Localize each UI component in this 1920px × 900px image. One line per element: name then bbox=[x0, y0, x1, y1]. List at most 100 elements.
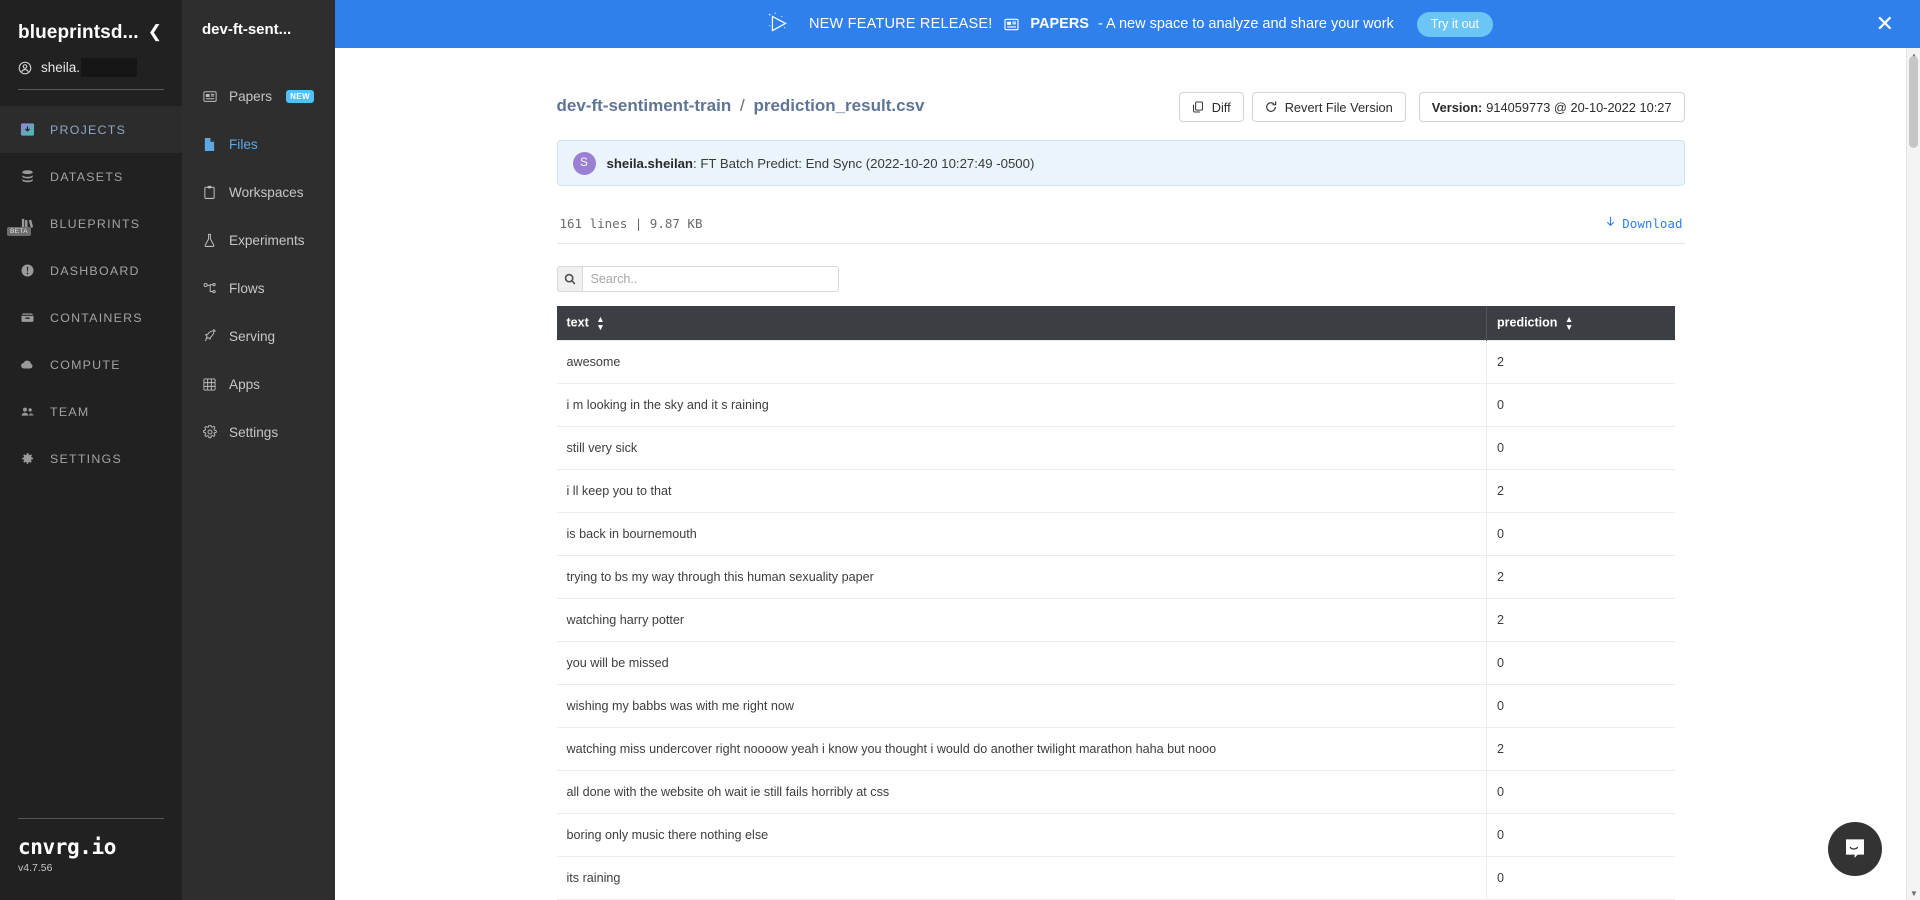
column-header-text-label: text bbox=[566, 315, 589, 330]
table-row[interactable]: trying to bs my way through this human s… bbox=[556, 555, 1675, 599]
sidebar-item-label: Workspaces bbox=[229, 184, 304, 200]
sidebar-item-datasets[interactable]: DATASETS bbox=[0, 153, 182, 200]
cell-text: boring only music there nothing else bbox=[556, 813, 1487, 857]
breadcrumb-project[interactable]: dev-ft-sentiment-train bbox=[557, 96, 732, 115]
table-row[interactable]: wishing my babbs was with me right now 0 bbox=[556, 684, 1675, 728]
new-badge: NEW bbox=[286, 89, 314, 103]
version-pill[interactable]: Version: 914059773 @ 20-10-2022 10:27 bbox=[1418, 92, 1685, 122]
sidebar-item-papers[interactable]: Papers NEW bbox=[182, 72, 335, 120]
table-row[interactable]: boring only music there nothing else 0 bbox=[556, 813, 1675, 857]
project-nav: Papers NEW Files Workspaces Experiments … bbox=[182, 72, 335, 456]
sidebar-item-label: COMPUTE bbox=[50, 357, 121, 372]
sidebar-footer: cnvrg.io v4.7.56 bbox=[0, 818, 182, 900]
team-icon bbox=[18, 404, 37, 419]
breadcrumb-separator: / bbox=[739, 96, 745, 115]
table-row[interactable]: watching miss undercover right noooow ye… bbox=[556, 727, 1675, 771]
search-icon[interactable] bbox=[556, 266, 582, 292]
sidebar-item-settings[interactable]: SETTINGS bbox=[0, 435, 182, 482]
revert-file-version-button[interactable]: Revert File Version bbox=[1251, 92, 1406, 122]
sidebar-item-serving[interactable]: Serving bbox=[182, 312, 335, 360]
download-arrow-icon bbox=[1605, 216, 1616, 231]
search-box bbox=[556, 266, 839, 292]
user-name: sheila. bbox=[41, 58, 138, 77]
file-stats: 161 lines | 9.87 KB bbox=[559, 216, 703, 231]
table-row[interactable]: its raining 0 bbox=[556, 856, 1675, 900]
refresh-icon bbox=[1265, 101, 1278, 114]
breadcrumb-file[interactable]: prediction_result.csv bbox=[753, 96, 924, 115]
cell-prediction: 0 bbox=[1486, 383, 1675, 427]
cell-prediction: 2 bbox=[1486, 339, 1675, 384]
vertical-scrollbar[interactable]: ▲ ▼ bbox=[1906, 48, 1920, 900]
chevron-left-icon[interactable]: ❮ bbox=[146, 22, 164, 41]
page-header: dev-ft-sentiment-train / prediction_resu… bbox=[557, 92, 1685, 122]
cell-text: trying to bs my way through this human s… bbox=[556, 555, 1487, 599]
table-row[interactable]: awesome 2 bbox=[556, 339, 1675, 384]
download-button[interactable]: Download bbox=[1605, 216, 1683, 231]
sidebar-item-project-settings[interactable]: Settings bbox=[182, 408, 335, 456]
sidebar-item-apps[interactable]: Apps bbox=[182, 360, 335, 408]
revert-button-label: Revert File Version bbox=[1284, 99, 1393, 115]
table-row[interactable]: i m looking in the sky and it s raining 0 bbox=[556, 383, 1675, 427]
cell-text: you will be missed bbox=[556, 641, 1487, 685]
project-title: dev-ft-sent... bbox=[202, 21, 292, 38]
table-row[interactable]: is back in bournemouth 0 bbox=[556, 512, 1675, 556]
banner-lead-text: NEW FEATURE RELEASE! bbox=[809, 16, 993, 32]
chat-bubble-icon[interactable] bbox=[1828, 822, 1882, 876]
kite-icon bbox=[762, 7, 796, 41]
cell-text: i ll keep you to that bbox=[556, 469, 1487, 513]
table-row[interactable]: i ll keep you to that 2 bbox=[556, 469, 1675, 513]
cell-text: awesome bbox=[556, 339, 1487, 384]
table-row[interactable]: you will be missed 0 bbox=[556, 641, 1675, 685]
column-header-text[interactable]: text ▲ ▼ bbox=[556, 306, 1487, 340]
version-value: 914059773 @ 20-10-2022 10:27 bbox=[1486, 99, 1672, 115]
try-it-out-button[interactable]: Try it out bbox=[1416, 11, 1493, 37]
sidebar-item-flows[interactable]: Flows bbox=[182, 264, 335, 312]
sidebar-item-containers[interactable]: CONTAINERS bbox=[0, 294, 182, 341]
cloud-icon bbox=[18, 357, 37, 372]
diff-button[interactable]: Diff bbox=[1178, 92, 1244, 122]
sidebar-item-workspaces[interactable]: Workspaces bbox=[182, 168, 335, 216]
sidebar-item-projects[interactable]: PROJECTS bbox=[0, 106, 182, 153]
sidebar-item-team[interactable]: TEAM bbox=[0, 388, 182, 435]
caret-down-icon[interactable]: ▼ bbox=[1907, 886, 1920, 900]
file-icon bbox=[202, 137, 217, 152]
blueprints-icon: BETA bbox=[6, 216, 37, 236]
primary-sidebar-header: blueprintsd... ❮ bbox=[0, 0, 182, 44]
sidebar-item-label: Flows bbox=[229, 280, 265, 296]
commit-message: sheila.sheilan: FT Batch Predict: End Sy… bbox=[607, 156, 1035, 171]
papers-icon bbox=[202, 90, 217, 103]
sidebar-item-compute[interactable]: COMPUTE bbox=[0, 341, 182, 388]
table-row[interactable]: all done with the website oh wait ie sti… bbox=[556, 770, 1675, 814]
user-name-redaction bbox=[81, 58, 138, 77]
sidebar-item-blueprints[interactable]: BETA BLUEPRINTS bbox=[0, 200, 182, 247]
database-icon bbox=[18, 169, 37, 184]
clipboard-icon bbox=[202, 185, 217, 200]
commit-info-banner: S sheila.sheilan: FT Batch Predict: End … bbox=[556, 140, 1685, 186]
sidebar-item-label: Papers bbox=[229, 88, 273, 104]
sort-both-icon: ▲ ▼ bbox=[596, 313, 605, 332]
sidebar-item-label: PROJECTS bbox=[50, 122, 127, 137]
cell-text: i m looking in the sky and it s raining bbox=[556, 383, 1487, 427]
cell-prediction: 0 bbox=[1486, 426, 1675, 470]
table-row[interactable]: still very sick 0 bbox=[556, 426, 1675, 470]
download-label: Download bbox=[1622, 216, 1683, 231]
cell-prediction: 0 bbox=[1486, 770, 1675, 814]
sidebar-item-label: BLUEPRINTS bbox=[50, 216, 141, 231]
column-header-prediction[interactable]: prediction ▲ ▼ bbox=[1486, 306, 1675, 340]
table-header-row: text ▲ ▼ prediction ▲ ▼ bbox=[556, 306, 1675, 340]
sidebar-item-dashboard[interactable]: DASHBOARD bbox=[0, 247, 182, 294]
column-header-prediction-label: prediction bbox=[1497, 315, 1558, 330]
primary-nav: PROJECTS DATASETS BETA BLUEPRINTS DASHBO… bbox=[0, 106, 182, 482]
scrollbar-thumb[interactable] bbox=[1909, 56, 1918, 148]
diff-button-label: Diff bbox=[1211, 99, 1231, 115]
search-input[interactable] bbox=[581, 266, 839, 292]
user-row[interactable]: sheila. bbox=[18, 58, 164, 90]
table-row[interactable]: watching harry potter 2 bbox=[556, 598, 1675, 642]
close-icon[interactable]: ✕ bbox=[1876, 13, 1894, 35]
cell-prediction: 0 bbox=[1486, 813, 1675, 857]
beta-badge: BETA bbox=[6, 227, 32, 236]
banner-description: - A new space to analyze and share your … bbox=[1097, 16, 1394, 32]
sidebar-item-experiments[interactable]: Experiments bbox=[182, 216, 335, 264]
sidebar-item-files[interactable]: Files bbox=[182, 120, 335, 168]
cell-prediction: 2 bbox=[1486, 727, 1675, 771]
